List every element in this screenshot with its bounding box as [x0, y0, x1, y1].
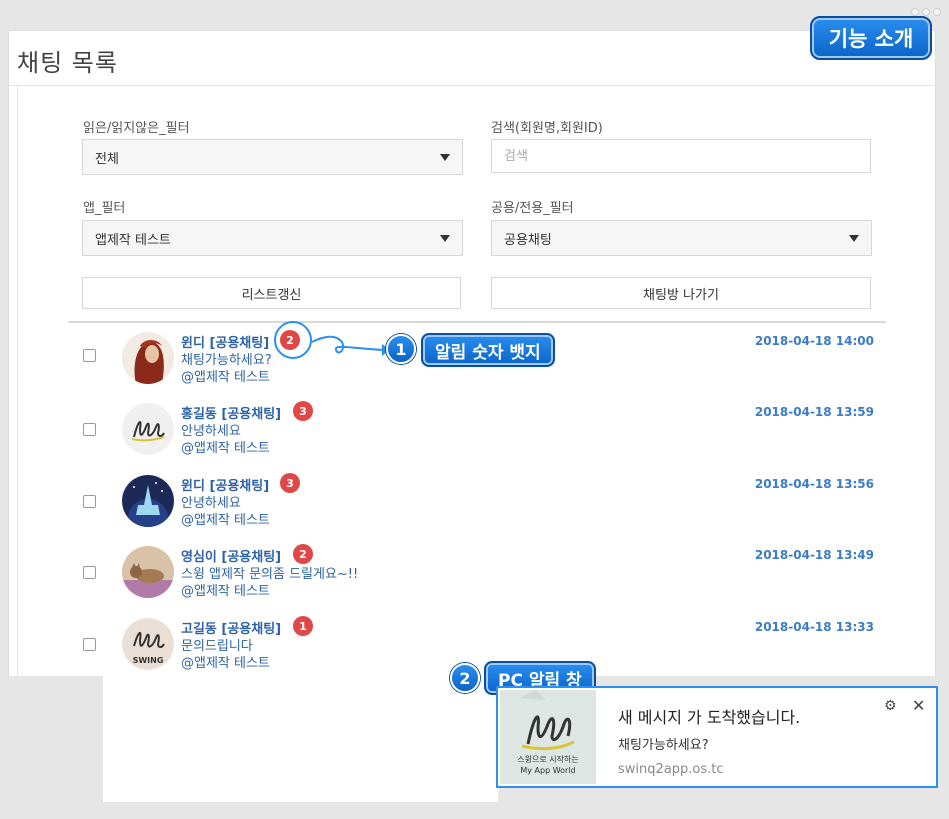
list-divider — [68, 321, 886, 323]
night-castle-icon — [122, 475, 174, 527]
callout-badge-label: 알림 숫자 뱃지 — [421, 333, 555, 367]
app-filter-select[interactable]: 앱제작 테스트 — [82, 220, 463, 256]
chat-row[interactable]: 홍길동 [공용채팅] 3 안녕하세요 @앱제작 테스트 2018-04-18 1… — [80, 401, 880, 467]
callout-number: 1 — [386, 334, 416, 364]
window-dot-icon[interactable] — [911, 8, 919, 16]
chat-row[interactable]: 영심이 [공용채팅] 2 스윙 앱제작 문의좀 드릴게요~!! @앱제작 테스트… — [80, 544, 880, 610]
avatar: SWING — [122, 618, 174, 670]
chat-app: @앱제작 테스트 — [181, 513, 270, 528]
chat-app: @앱제작 테스트 — [181, 441, 270, 456]
unread-badge: 3 — [293, 401, 313, 421]
avatar — [122, 332, 174, 384]
gear-icon[interactable]: ⚙ — [884, 698, 897, 714]
close-icon[interactable]: ✕ — [912, 696, 925, 715]
feature-intro-badge: 기능 소개 — [810, 16, 932, 60]
badge-highlight-ring — [274, 321, 312, 359]
window-controls — [911, 8, 941, 16]
type-filter-value: 공용채팅 — [504, 232, 552, 248]
avatar — [122, 546, 174, 598]
notification-title: 새 메시지 가 도착했습니다. — [618, 708, 801, 727]
cat-photo-icon — [122, 546, 174, 598]
row-checkbox[interactable] — [83, 349, 96, 362]
swing-logo-icon — [122, 403, 174, 455]
callout-number: 2 — [450, 663, 480, 693]
app-filter-label: 앱_필터 — [83, 201, 126, 216]
chat-time: 2018-04-18 13:59 — [754, 405, 874, 419]
image-caption: My App World — [520, 766, 576, 775]
chat-row[interactable]: 윈디 [공용채팅] 3 안녕하세요 @앱제작 테스트 2018-04-18 13… — [80, 473, 880, 539]
avatar — [122, 475, 174, 527]
chat-app: @앱제작 테스트 — [181, 656, 270, 671]
woman-photo-icon — [122, 332, 174, 384]
row-checkbox[interactable] — [83, 495, 96, 508]
chat-app: @앱제작 테스트 — [181, 370, 270, 385]
image-caption: 스윙으로 시작하는 — [517, 755, 579, 764]
search-label: 검색(회원명,회원ID) — [491, 121, 603, 136]
caret-down-icon — [849, 235, 859, 242]
chat-time: 2018-04-18 13:56 — [754, 477, 874, 491]
notification-image: 스윙으로 시작하는 My App World — [500, 690, 596, 784]
chat-time: 2018-04-18 13:33 — [754, 620, 874, 634]
chat-row[interactable]: SWING 고길동 [공용채팅] 1 문의드립니다 @앱제작 테스트 2018-… — [80, 616, 880, 682]
row-checkbox[interactable] — [83, 423, 96, 436]
bottom-white-strip — [103, 676, 498, 802]
notification-message: 채팅가능하세요? — [618, 738, 709, 753]
avatar — [122, 403, 174, 455]
chat-app: @앱제작 테스트 — [181, 584, 270, 599]
arrow-icon — [311, 335, 390, 356]
app-filter-value: 앱제작 테스트 — [95, 232, 171, 248]
leave-chat-button[interactable]: 채팅방 나가기 — [491, 277, 871, 309]
page-title: 채팅 목록 — [17, 49, 118, 77]
type-filter-label: 공용/전용_필터 — [491, 201, 574, 216]
window-dot-icon[interactable] — [922, 8, 930, 16]
pc-notification[interactable]: 스윙으로 시작하는 My App World 새 메시지 가 도착했습니다. 채… — [496, 686, 938, 788]
unread-badge: 1 — [293, 616, 313, 636]
caret-down-icon — [440, 235, 450, 242]
search-input[interactable] — [491, 139, 871, 173]
window-dot-icon[interactable] — [933, 8, 941, 16]
unread-badge: 2 — [293, 544, 313, 564]
row-checkbox[interactable] — [83, 638, 96, 651]
read-filter-value: 전체 — [95, 151, 119, 167]
chat-time: 2018-04-18 13:49 — [754, 548, 874, 562]
row-checkbox[interactable] — [83, 566, 96, 579]
chat-time: 2018-04-18 14:00 — [754, 334, 874, 348]
window-frame: 채팅 목록 읽은/읽지않은_필터 전체 검색(회원명,회원ID) 앱_필터 앱제… — [0, 0, 949, 819]
type-filter-select[interactable]: 공용채팅 — [491, 220, 872, 256]
unread-badge: 3 — [280, 473, 300, 493]
avatar-caption: SWING — [132, 656, 164, 665]
read-filter-label: 읽은/읽지않은_필터 — [83, 121, 190, 136]
caret-down-icon — [440, 154, 450, 161]
read-filter-select[interactable]: 전체 — [82, 139, 463, 175]
refresh-list-button[interactable]: 리스트갱신 — [82, 277, 461, 309]
notification-site: swinq2app.os.tc — [618, 762, 724, 777]
